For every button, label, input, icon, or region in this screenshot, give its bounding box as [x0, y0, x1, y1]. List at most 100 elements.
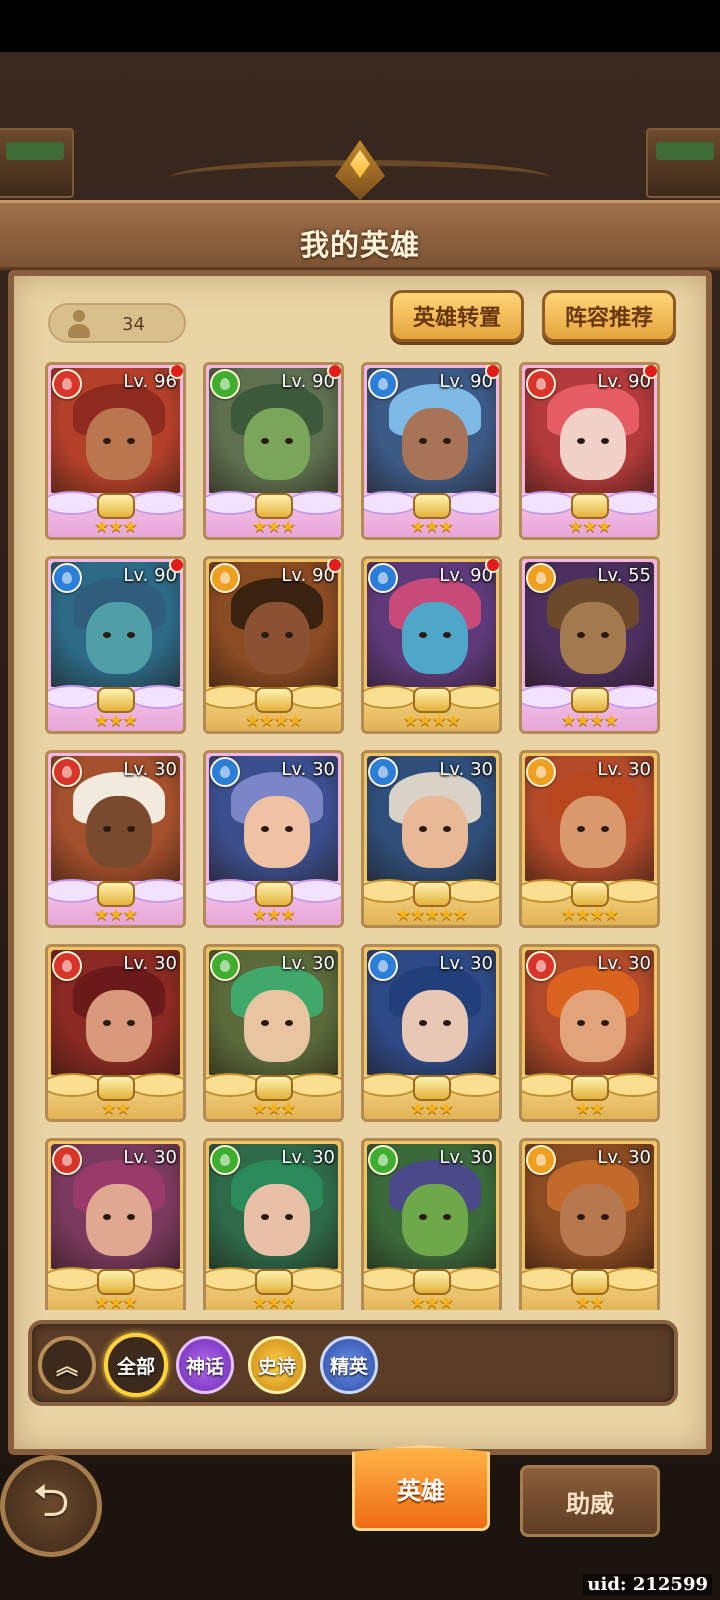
hero-count: 34 — [122, 314, 145, 335]
hero-card[interactable]: ★★★★ Lv. 90 — [361, 556, 502, 734]
hero-eye — [103, 438, 111, 444]
wing-decor — [603, 1267, 657, 1291]
fire-element-icon — [52, 369, 82, 399]
hero-eye — [443, 1020, 451, 1026]
wing-decor — [445, 1073, 499, 1097]
hero-level: Lv. 30 — [281, 953, 335, 974]
collapse-filter-button[interactable]: ︽ — [38, 1336, 96, 1394]
hero-card[interactable]: ★★ Lv. 30 — [519, 944, 660, 1122]
hero-level: Lv. 30 — [123, 759, 177, 780]
hero-face — [402, 796, 468, 868]
wing-decor — [603, 1073, 657, 1097]
hero-level: Lv. 30 — [597, 759, 651, 780]
hero-card[interactable]: ★★ Lv. 30 — [45, 944, 186, 1122]
wing-decor — [364, 1267, 418, 1291]
hero-card[interactable]: ★★★★ Lv. 90 — [203, 556, 344, 734]
filter-elite-button[interactable]: 精英 — [320, 1336, 378, 1394]
star-rating: ★★★ — [94, 517, 138, 537]
hero-card[interactable]: ★★★ Lv. 30 — [361, 1138, 502, 1310]
light-element-icon — [526, 563, 556, 593]
hero-eye — [601, 1214, 609, 1220]
hero-eye — [601, 1020, 609, 1026]
wing-decor — [48, 685, 102, 709]
page-title: 我的英雄 — [299, 228, 420, 262]
hero-eye — [261, 438, 269, 444]
star-rating: ★★★★★ — [395, 905, 468, 925]
notification-dot — [643, 365, 657, 379]
hero-card[interactable]: ★★★ Lv. 96 — [45, 362, 186, 540]
hero-eye — [443, 1214, 451, 1220]
uid-label: uid: 212599 — [583, 1574, 712, 1595]
hero-card[interactable]: ★★★ Lv. 90 — [45, 556, 186, 734]
hero-card[interactable]: ★★★ Lv. 30 — [203, 944, 344, 1122]
hero-card[interactable]: ★★★★ Lv. 30 — [519, 750, 660, 928]
hero-card[interactable]: ★★★★★ Lv. 30 — [361, 750, 502, 928]
wing-decor — [206, 1267, 260, 1291]
wing-decor — [206, 1073, 260, 1097]
tab-heroes[interactable]: 英雄 — [352, 1445, 490, 1531]
water-element-icon — [368, 757, 398, 787]
hero-card[interactable]: ★★★ Lv. 30 — [45, 1138, 186, 1310]
hero-card[interactable]: ★★★ Lv. 30 — [361, 944, 502, 1122]
hero-card[interactable]: ★★★ Lv. 30 — [203, 1138, 344, 1310]
hero-face — [86, 796, 152, 868]
wing-decor — [287, 879, 341, 903]
star-rating: ★★★ — [94, 711, 138, 731]
water-element-icon — [368, 951, 398, 981]
back-button[interactable]: ⮌ — [0, 1455, 102, 1557]
notification-dot — [485, 559, 499, 573]
hero-card[interactable]: ★★★ Lv. 30 — [45, 750, 186, 928]
lineup-recommend-button[interactable]: 阵容推荐 — [542, 290, 676, 342]
hero-eye — [443, 438, 451, 444]
hero-level: Lv. 30 — [439, 759, 493, 780]
hero-eye — [443, 826, 451, 832]
wing-decor — [445, 491, 499, 515]
wing-decor — [206, 879, 260, 903]
hero-face — [86, 408, 152, 480]
hero-eye — [577, 1214, 585, 1220]
nature-element-icon — [210, 1145, 240, 1175]
hero-swap-button[interactable]: 英雄转置 — [390, 290, 524, 342]
wing-decor — [522, 879, 576, 903]
hero-face — [402, 602, 468, 674]
hero-card[interactable]: ★★★ Lv. 30 — [203, 750, 344, 928]
hero-level: Lv. 30 — [281, 1147, 335, 1168]
wing-decor — [522, 491, 576, 515]
notification-dot — [169, 559, 183, 573]
wing-decor — [364, 685, 418, 709]
filter-all-button[interactable]: 全部 — [104, 1333, 168, 1397]
filter-mythic-button[interactable]: 神话 — [176, 1336, 234, 1394]
hero-card[interactable]: ★★★ Lv. 90 — [519, 362, 660, 540]
decor-pillar-right — [646, 128, 720, 198]
hero-card[interactable]: ★★ Lv. 30 — [519, 1138, 660, 1310]
hero-eye — [577, 1020, 585, 1026]
hero-eye — [103, 826, 111, 832]
rank-badge-icon — [96, 881, 135, 907]
hero-eye — [261, 826, 269, 832]
chevron-up-double-icon: ︽ — [55, 1355, 78, 1380]
fire-element-icon — [52, 757, 82, 787]
light-element-icon — [210, 563, 240, 593]
hero-level: Lv. 30 — [439, 1147, 493, 1168]
wing-decor — [48, 491, 102, 515]
tab-support[interactable]: 助威 — [520, 1465, 660, 1537]
status-bar — [0, 0, 720, 52]
decor-pillar-left — [0, 128, 74, 198]
notification-dot — [327, 559, 341, 573]
back-arrow-icon: ⮌ — [32, 1473, 70, 1527]
filter-epic-button[interactable]: 史诗 — [248, 1336, 306, 1394]
rank-badge-icon — [412, 687, 451, 713]
hero-eye — [443, 632, 451, 638]
star-rating: ★★ — [101, 1099, 130, 1119]
hero-eye — [577, 438, 585, 444]
notification-dot — [327, 365, 341, 379]
hero-eye — [261, 632, 269, 638]
wing-decor — [129, 1073, 183, 1097]
wing-decor — [364, 1073, 418, 1097]
hero-level: Lv. 30 — [123, 953, 177, 974]
hero-card[interactable]: ★★★ Lv. 90 — [203, 362, 344, 540]
hero-card[interactable]: ★★★★ Lv. 55 — [519, 556, 660, 734]
wing-decor — [287, 1267, 341, 1291]
wing-decor — [522, 1267, 576, 1291]
hero-card[interactable]: ★★★ Lv. 90 — [361, 362, 502, 540]
